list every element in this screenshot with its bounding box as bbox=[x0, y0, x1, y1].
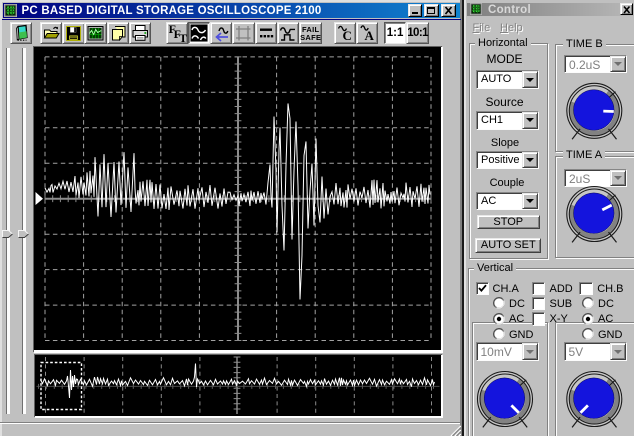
svg-text:C: C bbox=[342, 28, 351, 42]
svg-text:A: A bbox=[364, 28, 374, 42]
